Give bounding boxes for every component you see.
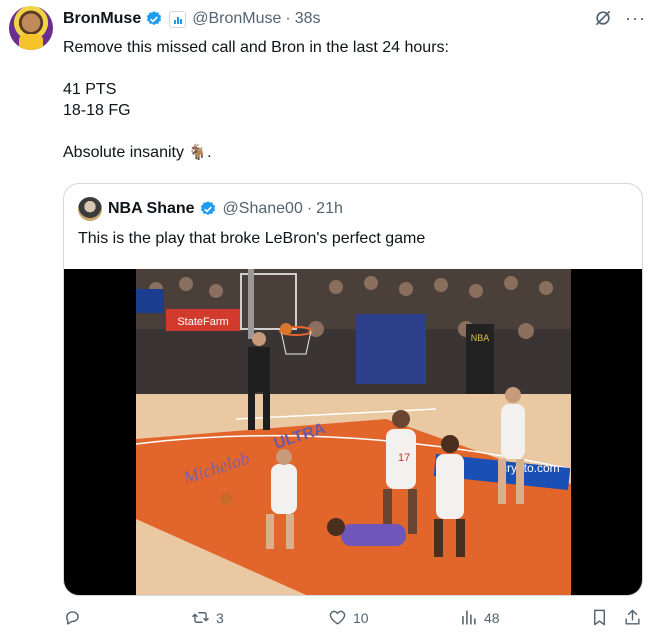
views-chart-icon	[462, 610, 476, 625]
tweet-header: BronMuse @BronMuse · 38s	[63, 8, 321, 30]
tweet-text: Remove this missed call and Bron in the …	[63, 37, 643, 163]
nba-sign-label: NBA	[471, 333, 490, 343]
share-icon	[625, 609, 640, 625]
grok-icon[interactable]	[593, 8, 613, 28]
tweet-timestamp[interactable]: 38s	[295, 10, 321, 28]
goat-emoji-icon: 🐐	[188, 144, 208, 161]
tweet-line-4: Absolute insanity 🐐.	[63, 142, 643, 163]
header-actions: ···	[593, 8, 646, 28]
quoted-verified-badge-icon	[200, 201, 215, 216]
tweet-line-1: Remove this missed call and Bron in the …	[63, 39, 449, 56]
jersey-number: 17	[398, 452, 410, 464]
quoted-tweet-text: This is the play that broke LeBron's per…	[78, 230, 426, 247]
tweet-line-3: 18-18 FG	[63, 102, 131, 119]
tweet[interactable]: BronMuse @BronMuse · 38s ··· Remove this…	[0, 0, 660, 639]
reply-button[interactable]	[63, 608, 88, 627]
author-handle[interactable]: @BronMuse	[192, 10, 281, 28]
quoted-author-avatar	[78, 197, 102, 221]
statefarm-sign-label: StateFarm	[177, 316, 228, 328]
retweet-button[interactable]: 3	[191, 608, 224, 627]
quoted-tweet-header: NBA Shane @Shane00 · 21h	[78, 197, 343, 221]
views-count: 48	[484, 609, 500, 626]
quoted-video[interactable]: StateFarm NBA crypto.com Michelob ULTRA	[64, 269, 642, 595]
views-button[interactable]: 48	[459, 608, 500, 627]
bookmark-button[interactable]	[590, 608, 609, 627]
heart-icon	[329, 610, 346, 625]
like-button[interactable]: 10	[328, 608, 369, 627]
like-count: 10	[353, 609, 369, 626]
bookmark-icon	[594, 609, 605, 626]
quoted-tweet[interactable]: NBA Shane @Shane00 · 21h This is the pla…	[63, 183, 643, 596]
separator-dot: ·	[285, 10, 291, 27]
tweet-line-4-text: Absolute insanity	[63, 144, 184, 161]
more-options-icon[interactable]: ···	[625, 8, 646, 28]
basketball-video-frame: StateFarm NBA crypto.com Michelob ULTRA	[136, 269, 571, 595]
tweet-actions: 3 10 48	[63, 608, 643, 632]
tweet-line-4-suffix: .	[207, 144, 212, 161]
quoted-timestamp: 21h	[316, 200, 343, 217]
quoted-author-name: NBA Shane	[108, 200, 195, 217]
quoted-author-handle: @Shane00	[222, 200, 303, 217]
affiliate-badge-icon[interactable]	[169, 10, 187, 28]
author-avatar[interactable]	[9, 6, 53, 50]
tweet-line-2: 41 PTS	[63, 81, 117, 98]
verified-badge-icon	[147, 11, 162, 26]
quoted-separator-dot: ·	[306, 200, 313, 217]
retweet-icon	[192, 612, 209, 623]
author-name[interactable]: BronMuse	[63, 10, 141, 28]
share-button[interactable]	[623, 608, 642, 627]
retweet-count: 3	[216, 609, 224, 626]
reply-icon	[66, 611, 79, 625]
crypto-logo-label: crypto.com	[501, 461, 560, 475]
